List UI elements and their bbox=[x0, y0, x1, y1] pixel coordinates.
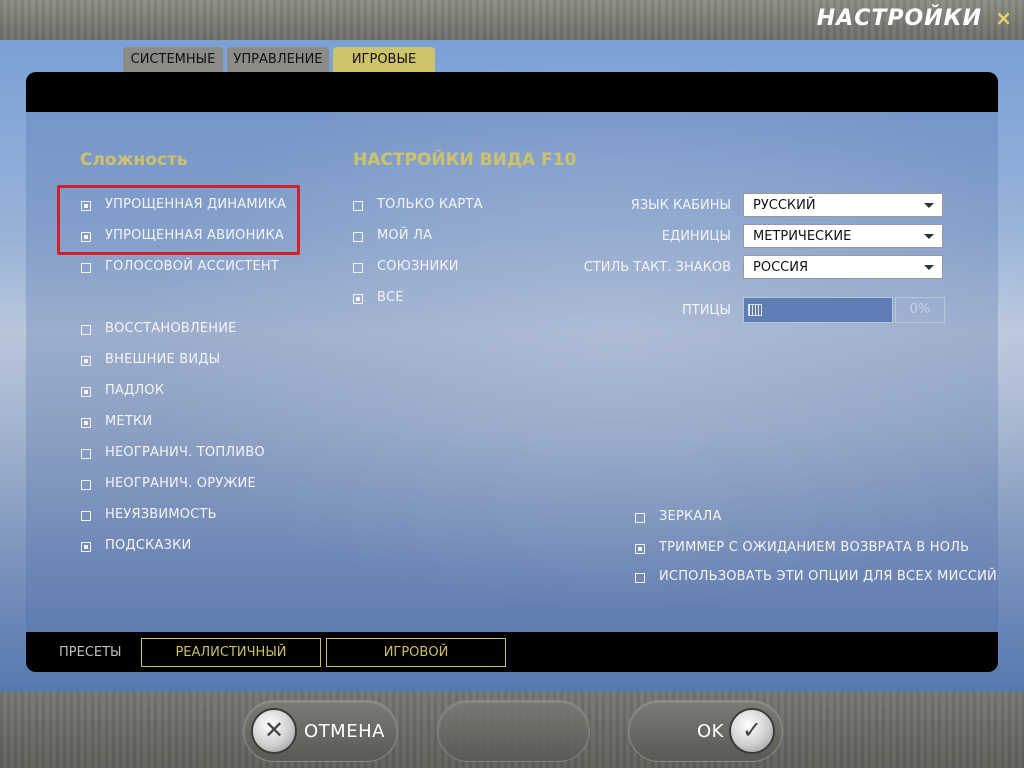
chevron-down-icon[interactable] bbox=[924, 265, 934, 270]
checkbox[interactable] bbox=[81, 418, 91, 428]
panel-header bbox=[26, 72, 998, 112]
radio[interactable] bbox=[353, 232, 363, 242]
option-label: ТРИММЕР С ОЖИДАНИЕМ ВОЗВРАТА В НОЛЬ bbox=[659, 540, 970, 555]
preset-game-button[interactable]: ИГРОВОЙ bbox=[326, 638, 506, 667]
difficulty-heading: Сложность bbox=[80, 150, 188, 170]
option-label: ТОЛЬКО КАРТА bbox=[377, 197, 483, 212]
option-label: НЕОГРАНИЧ. ОРУЖИЕ bbox=[105, 476, 256, 491]
checkmark-icon[interactable]: ✓ bbox=[729, 708, 775, 754]
checkbox[interactable] bbox=[81, 356, 91, 366]
radio[interactable] bbox=[353, 263, 363, 273]
checkbox[interactable] bbox=[81, 542, 91, 552]
close-icon[interactable]: × bbox=[995, 6, 1012, 30]
radio[interactable] bbox=[353, 294, 363, 304]
option-label: НЕОГРАНИЧ. ТОПЛИВО bbox=[105, 445, 265, 460]
cancel-button[interactable]: ✕ ОТМЕНА bbox=[243, 700, 398, 762]
option-label: ВНЕШНИЕ ВИДЫ bbox=[105, 352, 221, 367]
option-label: ВОССТАНОВЛЕНИЕ bbox=[105, 321, 237, 336]
checkbox[interactable] bbox=[81, 325, 91, 335]
cockpit-language-label: ЯЗЫК КАБИНЫ bbox=[630, 198, 731, 213]
presets-label: ПРЕСЕТЫ bbox=[59, 645, 122, 660]
option-label: ПАДЛОК bbox=[105, 383, 165, 398]
option-label: ПОДСКАЗКИ bbox=[105, 538, 192, 553]
preset-realistic-button[interactable]: РЕАЛИСТИЧНЫЙ bbox=[141, 638, 321, 667]
cockpit-language-select[interactable]: РУССКИЙ bbox=[743, 193, 943, 217]
units-label: ЕДИНИЦЫ bbox=[661, 229, 731, 244]
f10-heading: НАСТРОЙКИ ВИДА F10 bbox=[353, 150, 577, 170]
checkbox[interactable] bbox=[635, 544, 645, 554]
select-value: РОССИЯ bbox=[753, 260, 808, 275]
checkbox[interactable] bbox=[81, 449, 91, 459]
option-label: ГОЛОСОВОЙ АССИСТЕНТ bbox=[105, 259, 280, 274]
units-select[interactable]: МЕТРИЧЕСКИЕ bbox=[743, 224, 943, 248]
birds-label: ПТИЦЫ bbox=[681, 303, 731, 318]
birds-slider[interactable] bbox=[743, 297, 893, 323]
option-label: НЕУЯЗВИМОСТЬ bbox=[105, 507, 217, 522]
option-label: МОЙ ЛА bbox=[377, 228, 433, 243]
ok-button[interactable]: OK ✓ bbox=[628, 700, 783, 762]
option-label: ЗЕРКАЛА bbox=[659, 509, 722, 524]
tab-gameplay[interactable]: ИГРОВЫЕ bbox=[333, 47, 435, 72]
tab-system[interactable]: СИСТЕМНЫЕ bbox=[123, 47, 223, 72]
checkbox[interactable] bbox=[635, 573, 645, 583]
birds-value: 0% bbox=[895, 297, 945, 323]
checkbox[interactable] bbox=[635, 513, 645, 523]
checkbox[interactable] bbox=[81, 263, 91, 273]
option-label: ИСПОЛЬЗОВАТЬ ЭТИ ОПЦИИ ДЛЯ ВСЕХ МИССИЙ bbox=[659, 569, 997, 584]
ok-label: OK bbox=[697, 721, 724, 742]
checkbox[interactable] bbox=[81, 511, 91, 521]
select-value: РУССКИЙ bbox=[753, 198, 816, 213]
checkbox[interactable] bbox=[81, 387, 91, 397]
tactical-symbols-select[interactable]: РОССИЯ bbox=[743, 255, 943, 279]
close-icon[interactable]: ✕ bbox=[251, 708, 297, 754]
window-title: НАСТРОЙКИ bbox=[816, 6, 982, 31]
select-value: МЕТРИЧЕСКИЕ bbox=[753, 229, 852, 244]
slider-handle[interactable] bbox=[748, 304, 762, 316]
tactical-symbols-label: СТИЛЬ ТАКТ. ЗНАКОВ bbox=[583, 260, 731, 275]
option-label: СОЮЗНИКИ bbox=[377, 259, 459, 274]
option-label: ВСЕ bbox=[377, 290, 404, 305]
option-label: МЕТКИ bbox=[105, 414, 153, 429]
chevron-down-icon[interactable] bbox=[924, 203, 934, 208]
checkbox[interactable] bbox=[81, 480, 91, 490]
tab-controls[interactable]: УПРАВЛЕНИЕ bbox=[227, 47, 329, 72]
radio[interactable] bbox=[353, 201, 363, 211]
chevron-down-icon[interactable] bbox=[924, 234, 934, 239]
cancel-label: ОТМЕНА bbox=[304, 721, 385, 742]
empty-button bbox=[437, 700, 590, 762]
highlight-box bbox=[57, 185, 300, 255]
